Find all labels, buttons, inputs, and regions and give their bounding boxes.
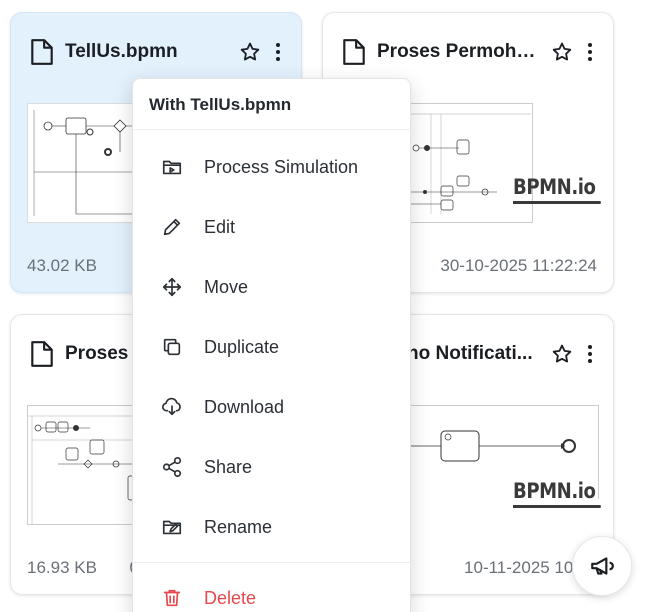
file-date: 30-10-2025 11:22:24 — [440, 256, 597, 275]
diagram-thumbnail — [27, 405, 148, 525]
file-icon — [31, 341, 53, 367]
menu-item-label: Duplicate — [204, 336, 280, 357]
cloud-download-icon — [162, 397, 181, 416]
card-title: TellUs.bpmn — [65, 41, 178, 62]
feedback-button[interactable] — [572, 536, 632, 596]
menu-item-label: Share — [204, 456, 253, 477]
folder-simulation-icon — [162, 160, 182, 175]
menu-item-move[interactable]: Move — [133, 265, 410, 309]
bpmn-preview — [411, 113, 531, 214]
menu-item-duplicate[interactable]: Duplicate — [133, 325, 410, 369]
menu-item-share[interactable]: Share — [133, 445, 410, 489]
trash-icon — [163, 589, 181, 607]
bpmn-preview — [28, 415, 148, 524]
file-icon — [343, 39, 365, 65]
move-arrows-icon — [162, 277, 182, 297]
menu-item-delete[interactable]: Delete — [133, 576, 410, 612]
context-menu-header: With TellUs.bpmn — [149, 95, 292, 114]
card-title: Proses Permoho... — [377, 41, 543, 62]
file-browser: TellUs.bpmn 43.02 KB Proses Permoho... B… — [0, 0, 647, 612]
menu-item-label: Edit — [204, 216, 236, 237]
card-header: Proses Permoho... — [341, 37, 599, 67]
menu-item-label: Delete — [204, 587, 257, 608]
menu-item-label: Download — [204, 396, 285, 417]
star-icon[interactable] — [551, 343, 573, 365]
menu-item-edit[interactable]: Edit — [133, 205, 410, 249]
menu-item-label: Move — [204, 276, 249, 297]
divider — [133, 562, 410, 563]
megaphone-icon — [591, 557, 614, 575]
duplicate-icon — [163, 338, 181, 356]
menu-item-rename[interactable]: Rename — [133, 505, 410, 549]
card-title: no Notificati... — [407, 343, 533, 364]
kebab-menu-icon[interactable] — [581, 343, 599, 365]
file-size: 16.93 KB — [27, 558, 97, 577]
menu-item-process-simulation[interactable]: Process Simulation — [133, 145, 410, 189]
bpmn-io-watermark: BPMN.io — [513, 175, 601, 204]
menu-item-label: Process Simulation — [204, 156, 359, 177]
pencil-icon — [163, 218, 181, 236]
star-icon[interactable] — [551, 41, 573, 63]
folder-rename-icon — [162, 520, 182, 535]
diagram-thumbnail — [27, 103, 147, 223]
menu-item-download[interactable]: Download — [133, 385, 410, 429]
share-icon — [162, 457, 182, 477]
card-header: TellUs.bpmn — [29, 37, 287, 67]
kebab-menu-icon[interactable] — [581, 41, 599, 63]
star-icon[interactable] — [239, 41, 261, 63]
file-size: 43.02 KB — [27, 256, 97, 275]
menu-item-label: Rename — [204, 516, 273, 537]
divider — [133, 129, 410, 130]
bpmn-preview — [33, 110, 146, 216]
kebab-menu-icon[interactable] — [269, 41, 287, 63]
diagram-thumbnail — [411, 103, 533, 223]
bpmn-io-watermark: BPMN.io — [513, 479, 601, 508]
file-icon — [31, 39, 53, 65]
context-menu: With TellUs.bpmn Process Simulation Edit… — [132, 78, 411, 612]
